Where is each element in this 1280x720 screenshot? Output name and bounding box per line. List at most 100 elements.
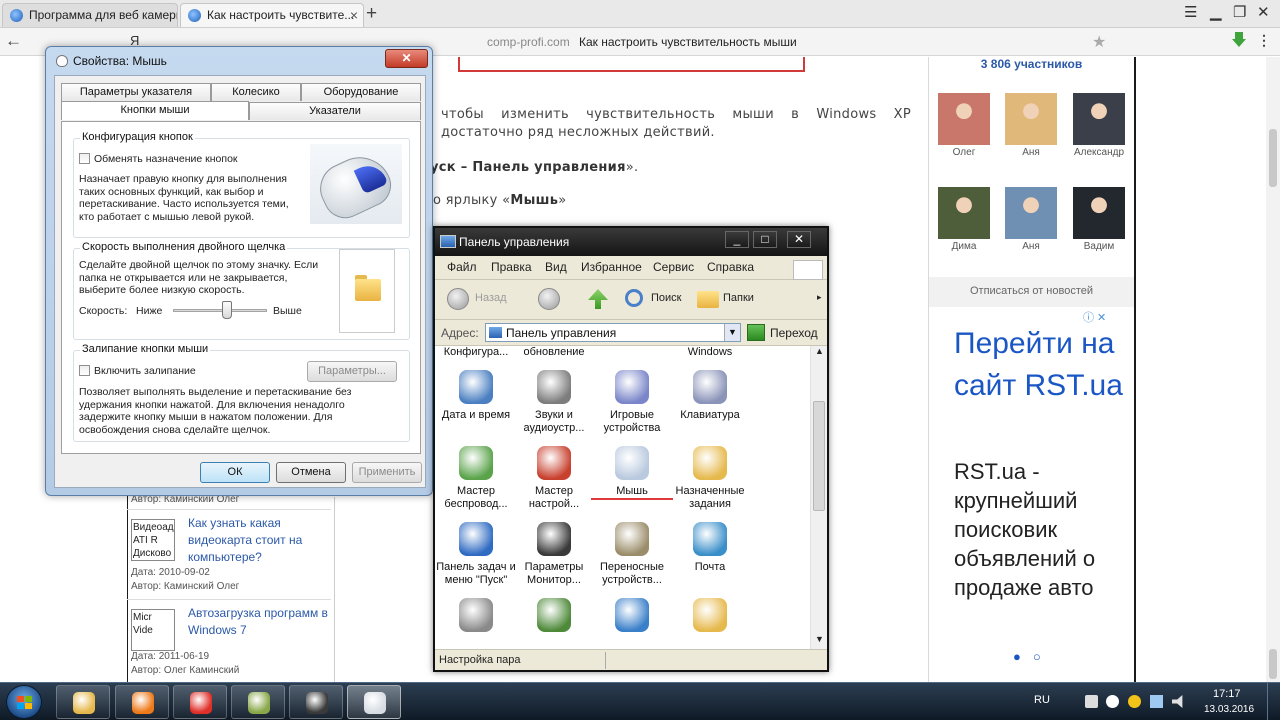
folders-icon[interactable] (697, 291, 719, 308)
list-item[interactable]: Видеоад ATI R Дисково Как узнать какая в… (131, 515, 331, 592)
back-label[interactable]: Назад (475, 292, 507, 304)
control-panel-item-icon[interactable] (459, 522, 493, 556)
dot-empty-icon[interactable]: ○ (1033, 649, 1053, 664)
items-scrollbar[interactable]: ▲ ▼ (810, 346, 827, 649)
avatar[interactable] (1073, 93, 1125, 145)
control-panel-item-label[interactable]: Назначенные задания (669, 485, 751, 511)
up-folder-icon[interactable] (588, 289, 608, 309)
clock-time[interactable]: 17:17 (1213, 688, 1241, 700)
scroll-thumb[interactable] (1269, 129, 1277, 187)
control-panel-item-label[interactable]: Мышь (591, 485, 673, 500)
show-desktop-button[interactable] (1267, 683, 1280, 720)
menu-favorites[interactable]: Избранное (581, 260, 642, 274)
maximize-button[interactable]: □ (753, 231, 777, 248)
control-panel-item-label[interactable]: Мастер беспровод... (435, 485, 517, 511)
new-tab-button[interactable]: + (366, 3, 377, 25)
tab-mouse-sensitivity[interactable]: Как настроить чувствите... × (180, 3, 364, 27)
taskbar-explorer-button[interactable] (56, 685, 110, 719)
click-lock-settings-button[interactable]: Параметры... (307, 361, 397, 382)
dropdown-arrow-icon[interactable]: ▼ (724, 324, 740, 341)
avatar[interactable] (1005, 187, 1057, 239)
members-count[interactable]: 3 806 участников (929, 57, 1134, 71)
go-button[interactable]: Переход (770, 326, 818, 340)
menu-file[interactable]: Файл (447, 260, 477, 274)
control-panel-item-icon[interactable] (459, 598, 493, 632)
item-label[interactable]: Конфигура... (435, 346, 517, 359)
tab-pointers[interactable]: Указатели (249, 102, 421, 120)
scroll-thumb[interactable] (813, 401, 825, 511)
unsubscribe-link[interactable]: Отписаться от новостей (929, 277, 1134, 307)
menu-tools[interactable]: Сервис (653, 260, 694, 274)
taskbar-yandex-browser-button[interactable] (173, 685, 227, 719)
tab-webcam[interactable]: Программа для веб камеры (2, 3, 178, 27)
avatar[interactable] (938, 187, 990, 239)
forward-arrow-icon[interactable] (538, 288, 560, 310)
control-panel-item-icon[interactable] (459, 370, 493, 404)
bookmark-star-icon[interactable]: ★ (1092, 32, 1106, 52)
window-titlebar[interactable]: Панель управления _ □ ✕ (435, 228, 827, 256)
avatar-name[interactable]: Вадим (1064, 241, 1134, 252)
back-arrow-icon[interactable] (447, 288, 469, 310)
signal-icon[interactable] (1150, 695, 1163, 708)
avatar[interactable] (1073, 187, 1125, 239)
control-panel-item-icon[interactable] (693, 446, 727, 480)
search-icon[interactable] (625, 289, 643, 307)
control-panel-item-icon[interactable] (615, 522, 649, 556)
apply-button[interactable]: Применить (352, 462, 422, 483)
folder-icon[interactable] (355, 275, 381, 301)
control-panel-item-icon[interactable] (459, 446, 493, 480)
control-panel-item-label[interactable]: Панель задач и меню "Пуск" (435, 561, 517, 587)
ad-text[interactable]: RST.ua - крупнейший поисковик объявлений… (954, 457, 1134, 602)
clock-date[interactable]: 13.03.2016 (1204, 704, 1254, 715)
avatar-name[interactable]: Аня (996, 241, 1066, 252)
speed-slider-thumb[interactable] (221, 301, 232, 319)
control-panel-item-label[interactable]: Дата и время (435, 409, 517, 422)
search-label[interactable]: Поиск (651, 292, 681, 304)
control-panel-item-label[interactable]: Почта (669, 561, 751, 574)
control-panel-item-icon[interactable] (693, 370, 727, 404)
close-icon[interactable]: × (350, 7, 358, 23)
start-button[interactable] (6, 685, 42, 719)
update-icon[interactable] (1128, 695, 1141, 708)
control-panel-item-label[interactable]: Игровые устройства (591, 409, 673, 435)
item-label[interactable]: обновление (513, 346, 595, 359)
volume-icon[interactable] (1172, 695, 1183, 708)
page-scrollbar[interactable] (1266, 57, 1280, 685)
swap-buttons-checkbox[interactable] (79, 153, 90, 164)
download-icon[interactable] (1232, 32, 1246, 48)
post-title-link[interactable]: Автозагрузка программ в Windows 7 (188, 605, 338, 639)
avatar-name[interactable]: Дима (929, 241, 999, 252)
restore-icon[interactable]: ❐ (1233, 3, 1246, 21)
cancel-button[interactable]: Отмена (276, 462, 346, 483)
folders-label[interactable]: Папки (723, 292, 754, 304)
control-panel-item-icon[interactable] (693, 598, 727, 632)
avatar-name[interactable]: Олег (929, 147, 999, 158)
list-item[interactable]: Micr Vide Автозагрузка программ в Window… (131, 605, 331, 676)
tab-buttons[interactable]: Кнопки мыши (61, 101, 249, 120)
address-input[interactable]: Панель управления ▼ (485, 323, 741, 342)
avatar-name[interactable]: Аня (996, 147, 1066, 158)
dot-filled-icon[interactable]: ● (1013, 649, 1033, 664)
tab-hardware[interactable]: Оборудование (301, 83, 421, 101)
scroll-thumb[interactable] (1269, 649, 1277, 679)
close-button[interactable]: ✕ (385, 49, 428, 68)
control-panel-item-icon[interactable] (537, 370, 571, 404)
battery-icon[interactable] (1085, 695, 1098, 708)
taskbar-notepad-button[interactable] (231, 685, 285, 719)
tab-pointer-options[interactable]: Параметры указателя (61, 83, 211, 101)
control-panel-item-icon[interactable] (537, 522, 571, 556)
ad-headline[interactable]: Перейти на сайт RST.ua (954, 323, 1134, 407)
taskbar-mouse-properties-button[interactable] (347, 685, 401, 719)
scroll-up-icon[interactable]: ▲ (815, 346, 824, 356)
control-panel-item-icon[interactable] (537, 598, 571, 632)
scroll-down-icon[interactable]: ▼ (815, 634, 824, 644)
click-lock-checkbox[interactable] (79, 365, 90, 376)
close-button[interactable]: ✕ (787, 231, 811, 248)
go-arrow-icon[interactable] (747, 324, 765, 341)
control-panel-item-label[interactable]: Параметры Монитор... (513, 561, 595, 587)
control-panel-item-label[interactable]: Переносные устройств... (591, 561, 673, 587)
ad-pager[interactable]: ●○ (1013, 649, 1053, 664)
control-panel-item-icon[interactable] (693, 522, 727, 556)
language-indicator[interactable]: RU (1034, 694, 1050, 706)
control-panel-item-icon[interactable] (537, 446, 571, 480)
